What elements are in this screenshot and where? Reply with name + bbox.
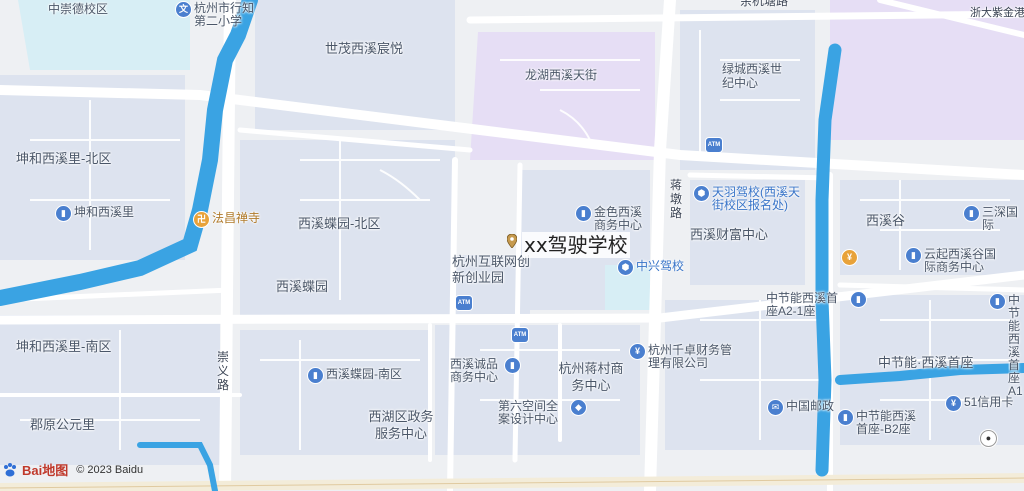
road-label-zijingang: 浙大紫金港 — [970, 7, 1024, 19]
area-label: 龙湖西溪天街 — [525, 68, 598, 82]
company-icon: ¥ — [630, 344, 645, 359]
area-label: 西溪蝶园 — [276, 279, 329, 294]
poi-building[interactable]: ▮ 中节能西溪首座A1 — [990, 294, 1024, 398]
poi-post[interactable]: ✉ 中国邮政 — [768, 400, 834, 415]
atm-icon[interactable]: ATM — [456, 296, 472, 310]
poi-building[interactable]: ▮ 坤和西溪里 — [56, 206, 134, 221]
poi-label: 西溪蝶园-南区 — [326, 367, 402, 381]
area-label: 坤和西溪里-南区 — [16, 339, 112, 354]
location-pin-icon[interactable] — [507, 234, 517, 248]
shop-icon: ◆ — [571, 400, 586, 415]
poi-label: 杭州千卓财务管理有限公司 — [648, 343, 733, 370]
poi-label: 杭州市行知第二小学 — [194, 1, 255, 28]
post-icon: ✉ — [768, 400, 783, 415]
transit-icon[interactable]: ● — [980, 430, 997, 447]
poi-label: 中兴驾校 — [636, 259, 685, 273]
poi-shop[interactable]: ◆ 第六空间全案设计中心 — [498, 400, 586, 426]
building-icon: ▮ — [838, 410, 853, 425]
area-label: 郡原公元里 — [30, 417, 96, 432]
bank-icon[interactable]: ¥ — [842, 250, 857, 265]
paw-icon — [4, 462, 16, 476]
marker-label[interactable]: xx驾驶学校 — [522, 232, 630, 258]
poi-building[interactable]: ▮ 中节能西溪首座A2-1座 — [766, 292, 866, 318]
poi-label: 中国邮政 — [786, 399, 835, 413]
building-icon: ▮ — [990, 294, 1005, 309]
area-label: 西溪财富中心 — [690, 227, 769, 242]
residential-block — [0, 75, 185, 260]
campus-area — [830, 0, 1024, 140]
poi-building[interactable]: ▮ 西溪蝶园-南区 — [308, 368, 402, 383]
poi-school[interactable]: 文 杭州市行知第二小学 — [176, 2, 258, 28]
road-label-chongyi: 崇义路 — [216, 350, 229, 392]
location-icon: ⬢ — [694, 186, 709, 201]
poi-label: 中节能西溪首座-B2座 — [856, 409, 917, 436]
baidu-logo: Bai地图 © 2023 Baidu — [2, 460, 143, 479]
road-label-jiangdun: 蒋墩路 — [669, 178, 682, 220]
area-label: 杭州蒋村商务中心 — [558, 361, 624, 393]
area-label: 西湖区政务服务中心 — [368, 409, 434, 441]
area-label: 坤和西溪里-北区 — [16, 151, 112, 166]
poi-label: 第六空间全案设计中心 — [498, 399, 559, 426]
area-label: 世茂西溪宸悦 — [325, 41, 404, 56]
area-label: 西溪谷 — [866, 213, 906, 228]
copyright-text: © 2023 Baidu — [76, 463, 144, 476]
poi-label: 三深国际 — [982, 205, 1019, 232]
poi-label: 51信用卡 — [964, 395, 1014, 409]
building-icon: ▮ — [56, 206, 71, 221]
logo-text: Bai地图 — [22, 463, 69, 478]
area-label: 中崇德校区 — [48, 2, 109, 16]
location-icon: ⬢ — [618, 260, 633, 275]
building-icon: ▮ — [851, 292, 866, 307]
poi-building[interactable]: ▮ 云起西溪谷国际商务中心 — [906, 248, 1006, 274]
poi-driving-school[interactable]: ⬢ 天羽驾校(西溪天街校区报名处) — [694, 186, 804, 212]
company-icon: ¥ — [946, 396, 961, 411]
poi-label: 金色西溪商务中心 — [594, 205, 643, 232]
area-label: 西溪蝶园-北区 — [298, 216, 381, 231]
poi-label: 西溪诚品商务中心 — [450, 357, 499, 384]
poi-label: 天羽驾校(西溪天街校区报名处) — [712, 185, 800, 212]
poi-building[interactable]: ▮ 三深国际 — [964, 206, 1024, 232]
poi-label: 中节能西溪首座A1 — [1008, 294, 1023, 398]
poi-company[interactable]: ¥ 51信用卡 — [946, 396, 1013, 411]
poi-building[interactable]: ▮ 中节能西溪首座-B2座 — [838, 410, 926, 436]
poi-temple[interactable]: 卍 法昌禅寺 — [194, 212, 260, 227]
street — [687, 172, 833, 181]
poi-company[interactable]: ¥ 杭州千卓财务管理有限公司 — [630, 344, 740, 370]
building-icon: ▮ — [308, 368, 323, 383]
poi-label: 法昌禅寺 — [212, 211, 261, 225]
school-icon: 文 — [176, 2, 191, 17]
building-icon: ▮ — [576, 206, 591, 221]
building-icon: ▮ — [906, 248, 921, 263]
poi-label: 坤和西溪里 — [74, 205, 135, 219]
building-icon: ▮ — [964, 206, 979, 221]
atm-icon[interactable]: ATM — [706, 138, 722, 152]
temple-icon: 卍 — [194, 212, 209, 227]
area-label: 杭州互联网创新创业园 — [452, 254, 531, 285]
poi-building[interactable]: ▮ 西溪诚品商务中心 — [450, 358, 520, 384]
poi-label: 中节能西溪首座A2-1座 — [766, 291, 839, 318]
area-label: 绿城西溪世纪中心 — [722, 62, 783, 90]
residential-block — [665, 300, 830, 450]
area-label: 中节能·西溪首座 — [878, 355, 974, 370]
poi-label: 云起西溪谷国际商务中心 — [924, 247, 997, 274]
atm-icon[interactable]: ATM — [512, 328, 528, 342]
road-label-yuhangtang: 余杭塘路 — [740, 0, 789, 8]
poi-building[interactable]: ▮ 金色西溪商务中心 — [576, 206, 646, 232]
building-icon: ▮ — [505, 358, 520, 373]
poi-driving-school[interactable]: ⬢ 中兴驾校 — [618, 260, 684, 275]
